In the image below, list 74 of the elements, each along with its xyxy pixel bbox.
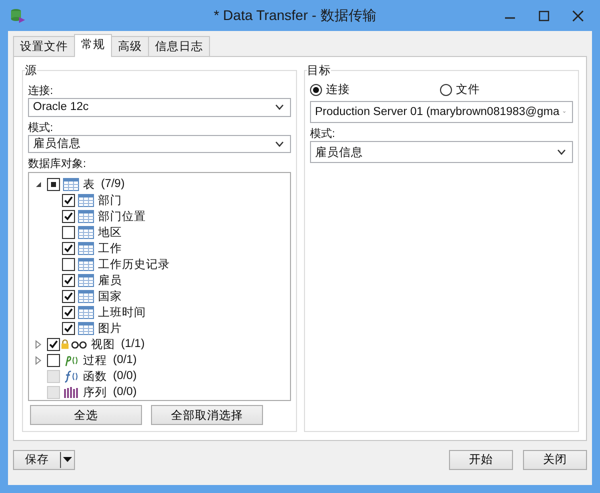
tree-item-label[interactable]: 上班时间 bbox=[98, 304, 146, 320]
tree-item-label[interactable]: 雇员 bbox=[98, 272, 122, 288]
maximize-icon[interactable] bbox=[538, 10, 550, 22]
chevron-icon bbox=[275, 104, 284, 110]
schema-dropdown[interactable]: 雇员信息 bbox=[310, 141, 573, 163]
database-icon bbox=[10, 8, 26, 24]
tree-item-label[interactable]: 工作 bbox=[98, 240, 122, 256]
field-label: 模式: bbox=[28, 120, 54, 134]
tree-item-label[interactable]: 过程 bbox=[83, 352, 107, 368]
tree-item-label[interactable]: 部门 bbox=[98, 192, 122, 208]
tab[interactable]: 高级 bbox=[111, 36, 149, 56]
table-icon bbox=[78, 226, 94, 238]
collapsed-arrow-icon[interactable] bbox=[35, 340, 42, 348]
checkbox[interactable] bbox=[62, 210, 75, 222]
deselect-all-button[interactable]: 全部取消选择 bbox=[151, 405, 263, 425]
radio-option[interactable]: 连接 bbox=[310, 82, 440, 97]
field-label: 连接: bbox=[28, 84, 54, 98]
field-label: 数据库对象: bbox=[28, 156, 88, 171]
tree-item-label[interactable]: 图片 bbox=[98, 320, 122, 336]
connection-dropdown[interactable]: Production Server 01 (marybrown081983@gma bbox=[310, 101, 573, 123]
start-button[interactable]: 开始 bbox=[449, 450, 513, 470]
expanded-arrow-icon[interactable] bbox=[35, 180, 42, 188]
connection-dropdown[interactable]: Oracle 12c bbox=[28, 98, 291, 116]
procedure-icon bbox=[63, 354, 79, 366]
group-title: 源 bbox=[25, 64, 37, 78]
collapsed-arrow-icon[interactable] bbox=[35, 356, 42, 364]
checkbox[interactable] bbox=[62, 322, 75, 334]
checkbox[interactable] bbox=[62, 290, 75, 302]
window-title: * Data Transfer - 数据传输 bbox=[212, 6, 378, 24]
checkbox[interactable] bbox=[47, 354, 60, 366]
checkbox[interactable] bbox=[62, 274, 75, 286]
checkbox[interactable] bbox=[62, 226, 75, 238]
checkbox[interactable] bbox=[62, 194, 75, 206]
table-icon bbox=[78, 290, 94, 302]
sequence-icon bbox=[63, 386, 79, 398]
tree-item-label[interactable]: 工作历史记录 bbox=[98, 256, 170, 272]
table-icon bbox=[78, 210, 94, 222]
item-count: (0/0) bbox=[113, 370, 137, 382]
group-title: 目标 bbox=[307, 64, 331, 78]
checkbox[interactable] bbox=[62, 242, 75, 254]
chevron-icon bbox=[275, 140, 284, 147]
tree-item-label[interactable]: 视图 bbox=[91, 336, 115, 352]
function-icon bbox=[63, 370, 79, 382]
tab[interactable]: 常规 bbox=[74, 34, 112, 57]
dropdown-arrow-icon[interactable] bbox=[63, 457, 72, 462]
schema-dropdown[interactable]: 雇员信息 bbox=[28, 134, 291, 153]
checkbox[interactable] bbox=[62, 306, 75, 318]
checkbox[interactable] bbox=[47, 338, 60, 350]
table-icon bbox=[63, 178, 79, 190]
tree-item-label[interactable]: 表 bbox=[83, 176, 95, 192]
save-split-button[interactable]: 保存 bbox=[13, 450, 75, 470]
item-count: (7/9) bbox=[101, 178, 125, 190]
field-label: 模式: bbox=[310, 127, 336, 141]
tree-item-label[interactable]: 地区 bbox=[98, 224, 122, 240]
table-icon bbox=[78, 258, 94, 270]
tree-item-label[interactable]: 部门位置 bbox=[98, 208, 146, 224]
radio-option[interactable]: 文件 bbox=[440, 82, 570, 97]
item-count: (0/1) bbox=[113, 354, 137, 366]
item-count: (0/0) bbox=[113, 386, 137, 398]
select-all-button[interactable]: 全选 bbox=[30, 405, 142, 425]
table-icon bbox=[78, 242, 94, 254]
close-button[interactable]: 关闭 bbox=[523, 450, 587, 470]
table-icon bbox=[78, 274, 94, 286]
close-icon[interactable] bbox=[572, 10, 584, 22]
tab[interactable]: 设置文件 bbox=[13, 36, 75, 56]
table-icon bbox=[78, 322, 94, 334]
table-icon bbox=[78, 306, 94, 318]
chevron-icon bbox=[557, 149, 566, 155]
item-count: (1/1) bbox=[121, 338, 145, 350]
tab[interactable]: 信息日志 bbox=[148, 36, 210, 56]
table-icon bbox=[78, 194, 94, 206]
checkbox[interactable] bbox=[62, 258, 75, 270]
checkbox[interactable] bbox=[47, 178, 60, 190]
tree-item-label[interactable]: 国家 bbox=[98, 288, 122, 304]
